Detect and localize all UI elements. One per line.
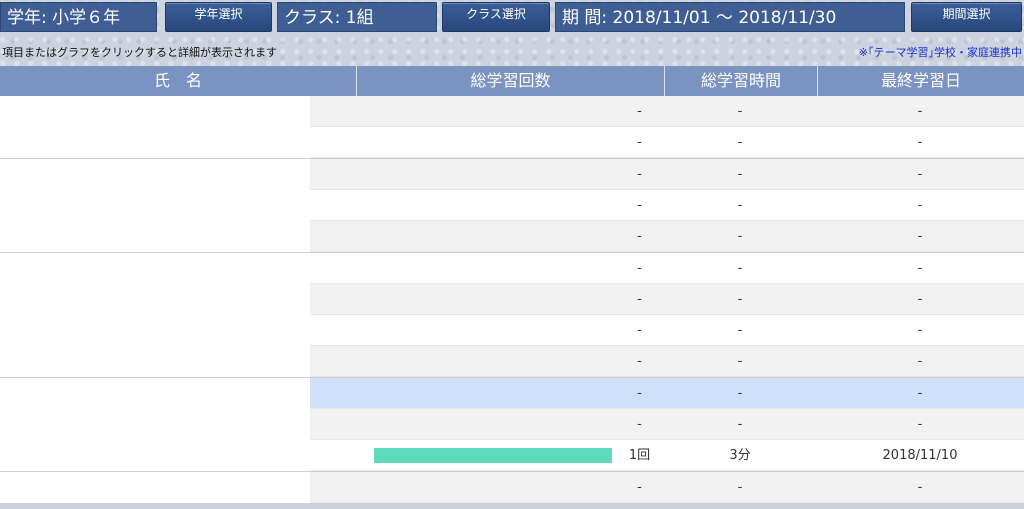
top-bar: 学年: 小学６年 学年選択 クラス: 1組 クラス選択 期 間: 2018/11… (0, 0, 1024, 34)
total-count-cell: - (637, 354, 642, 369)
period-select-button[interactable]: 期間選択 (911, 2, 1022, 32)
instruction-text: 項目またはグラフをクリックすると詳細が表示されます (2, 46, 277, 59)
total-count-cell: - (637, 198, 642, 213)
last-date-cell: - (917, 417, 923, 432)
total-time-cell: - (737, 480, 743, 495)
grade-label: 学年: 小学６年 (0, 2, 157, 32)
total-count-cell: 1回 (628, 448, 651, 463)
table-row[interactable]: --- (0, 409, 1024, 440)
total-time-cell: - (737, 323, 743, 338)
total-time-cell: 3分 (729, 448, 751, 463)
total-time-cell: - (737, 292, 743, 307)
student-name-cell[interactable] (0, 284, 310, 315)
column-header-last-date[interactable]: 最終学習日 (818, 66, 1024, 96)
table-row[interactable]: --- (0, 190, 1024, 221)
table-row[interactable]: --- (0, 96, 1024, 127)
student-name-cell[interactable] (0, 253, 310, 284)
table-row[interactable]: 1回 3分 2018/11/10 (0, 440, 1024, 471)
student-name-cell[interactable] (0, 127, 310, 158)
last-date-cell: - (917, 292, 923, 307)
student-name-cell[interactable] (0, 96, 310, 127)
total-count-cell: - (637, 386, 642, 401)
last-date-cell: - (917, 229, 923, 244)
table-row[interactable]: --- (0, 284, 1024, 315)
column-header-total-time[interactable]: 総学習時間 (665, 66, 818, 96)
student-name-cell[interactable] (0, 159, 310, 190)
total-count-cell: - (637, 323, 642, 338)
total-time-cell: - (737, 198, 743, 213)
total-time-cell: - (737, 417, 743, 432)
grade-select-button[interactable]: 学年選択 (165, 2, 272, 32)
total-count-cell: - (637, 261, 642, 276)
table-row[interactable]: --- (0, 253, 1024, 284)
total-time-cell: - (737, 167, 743, 182)
total-count-cell: - (637, 135, 642, 150)
total-time-cell: - (737, 261, 743, 276)
study-count-bar[interactable] (374, 448, 612, 463)
student-name-cell[interactable] (0, 472, 310, 503)
period-label: 期 間: 2018/11/01 ～ 2018/11/30 (555, 2, 905, 32)
table-row[interactable]: --- (0, 127, 1024, 158)
table-row[interactable]: --- (0, 221, 1024, 252)
total-count-cell: - (637, 167, 642, 182)
table-row[interactable]: --- (0, 315, 1024, 346)
total-count-cell: - (637, 104, 642, 119)
total-time-cell: - (737, 354, 743, 369)
total-time-cell: - (737, 229, 743, 244)
last-date-cell: - (917, 135, 923, 150)
total-time-cell: - (737, 104, 743, 119)
total-count-cell: - (637, 480, 642, 495)
table-row[interactable]: --- (0, 346, 1024, 377)
last-date-cell: 2018/11/10 (882, 448, 958, 463)
last-date-cell: - (917, 480, 923, 495)
table-row[interactable]: --- (0, 159, 1024, 190)
total-time-cell: - (737, 386, 743, 401)
last-date-cell: - (917, 167, 923, 182)
student-name-cell[interactable] (0, 409, 310, 440)
column-header-name[interactable]: 氏 名 (0, 66, 357, 96)
student-name-cell[interactable] (0, 346, 310, 377)
total-count-cell: - (637, 229, 642, 244)
student-name-cell[interactable] (0, 190, 310, 221)
table-row[interactable]: --- (0, 378, 1024, 409)
total-count-cell: - (637, 417, 642, 432)
student-name-cell[interactable] (0, 378, 310, 409)
class-select-button[interactable]: クラス選択 (442, 2, 550, 32)
last-date-cell: - (917, 386, 923, 401)
last-date-cell: - (917, 323, 923, 338)
last-date-cell: - (917, 198, 923, 213)
total-count-cell: - (637, 292, 642, 307)
last-date-cell: - (917, 104, 923, 119)
student-name-cell[interactable] (0, 315, 310, 346)
column-header-total-count[interactable]: 総学習回数 (357, 66, 665, 96)
student-name-cell[interactable] (0, 440, 310, 471)
total-time-cell: - (737, 135, 743, 150)
student-name-cell[interactable] (0, 221, 310, 252)
last-date-cell: - (917, 354, 923, 369)
theme-study-notice: ※｢テーマ学習｣学校・家庭連携中 (858, 46, 1022, 59)
last-date-cell: - (917, 261, 923, 276)
class-label: クラス: 1組 (277, 2, 437, 32)
table-row[interactable]: --- (0, 472, 1024, 503)
table-header: 氏 名 総学習回数 総学習時間 最終学習日 (0, 66, 1024, 96)
